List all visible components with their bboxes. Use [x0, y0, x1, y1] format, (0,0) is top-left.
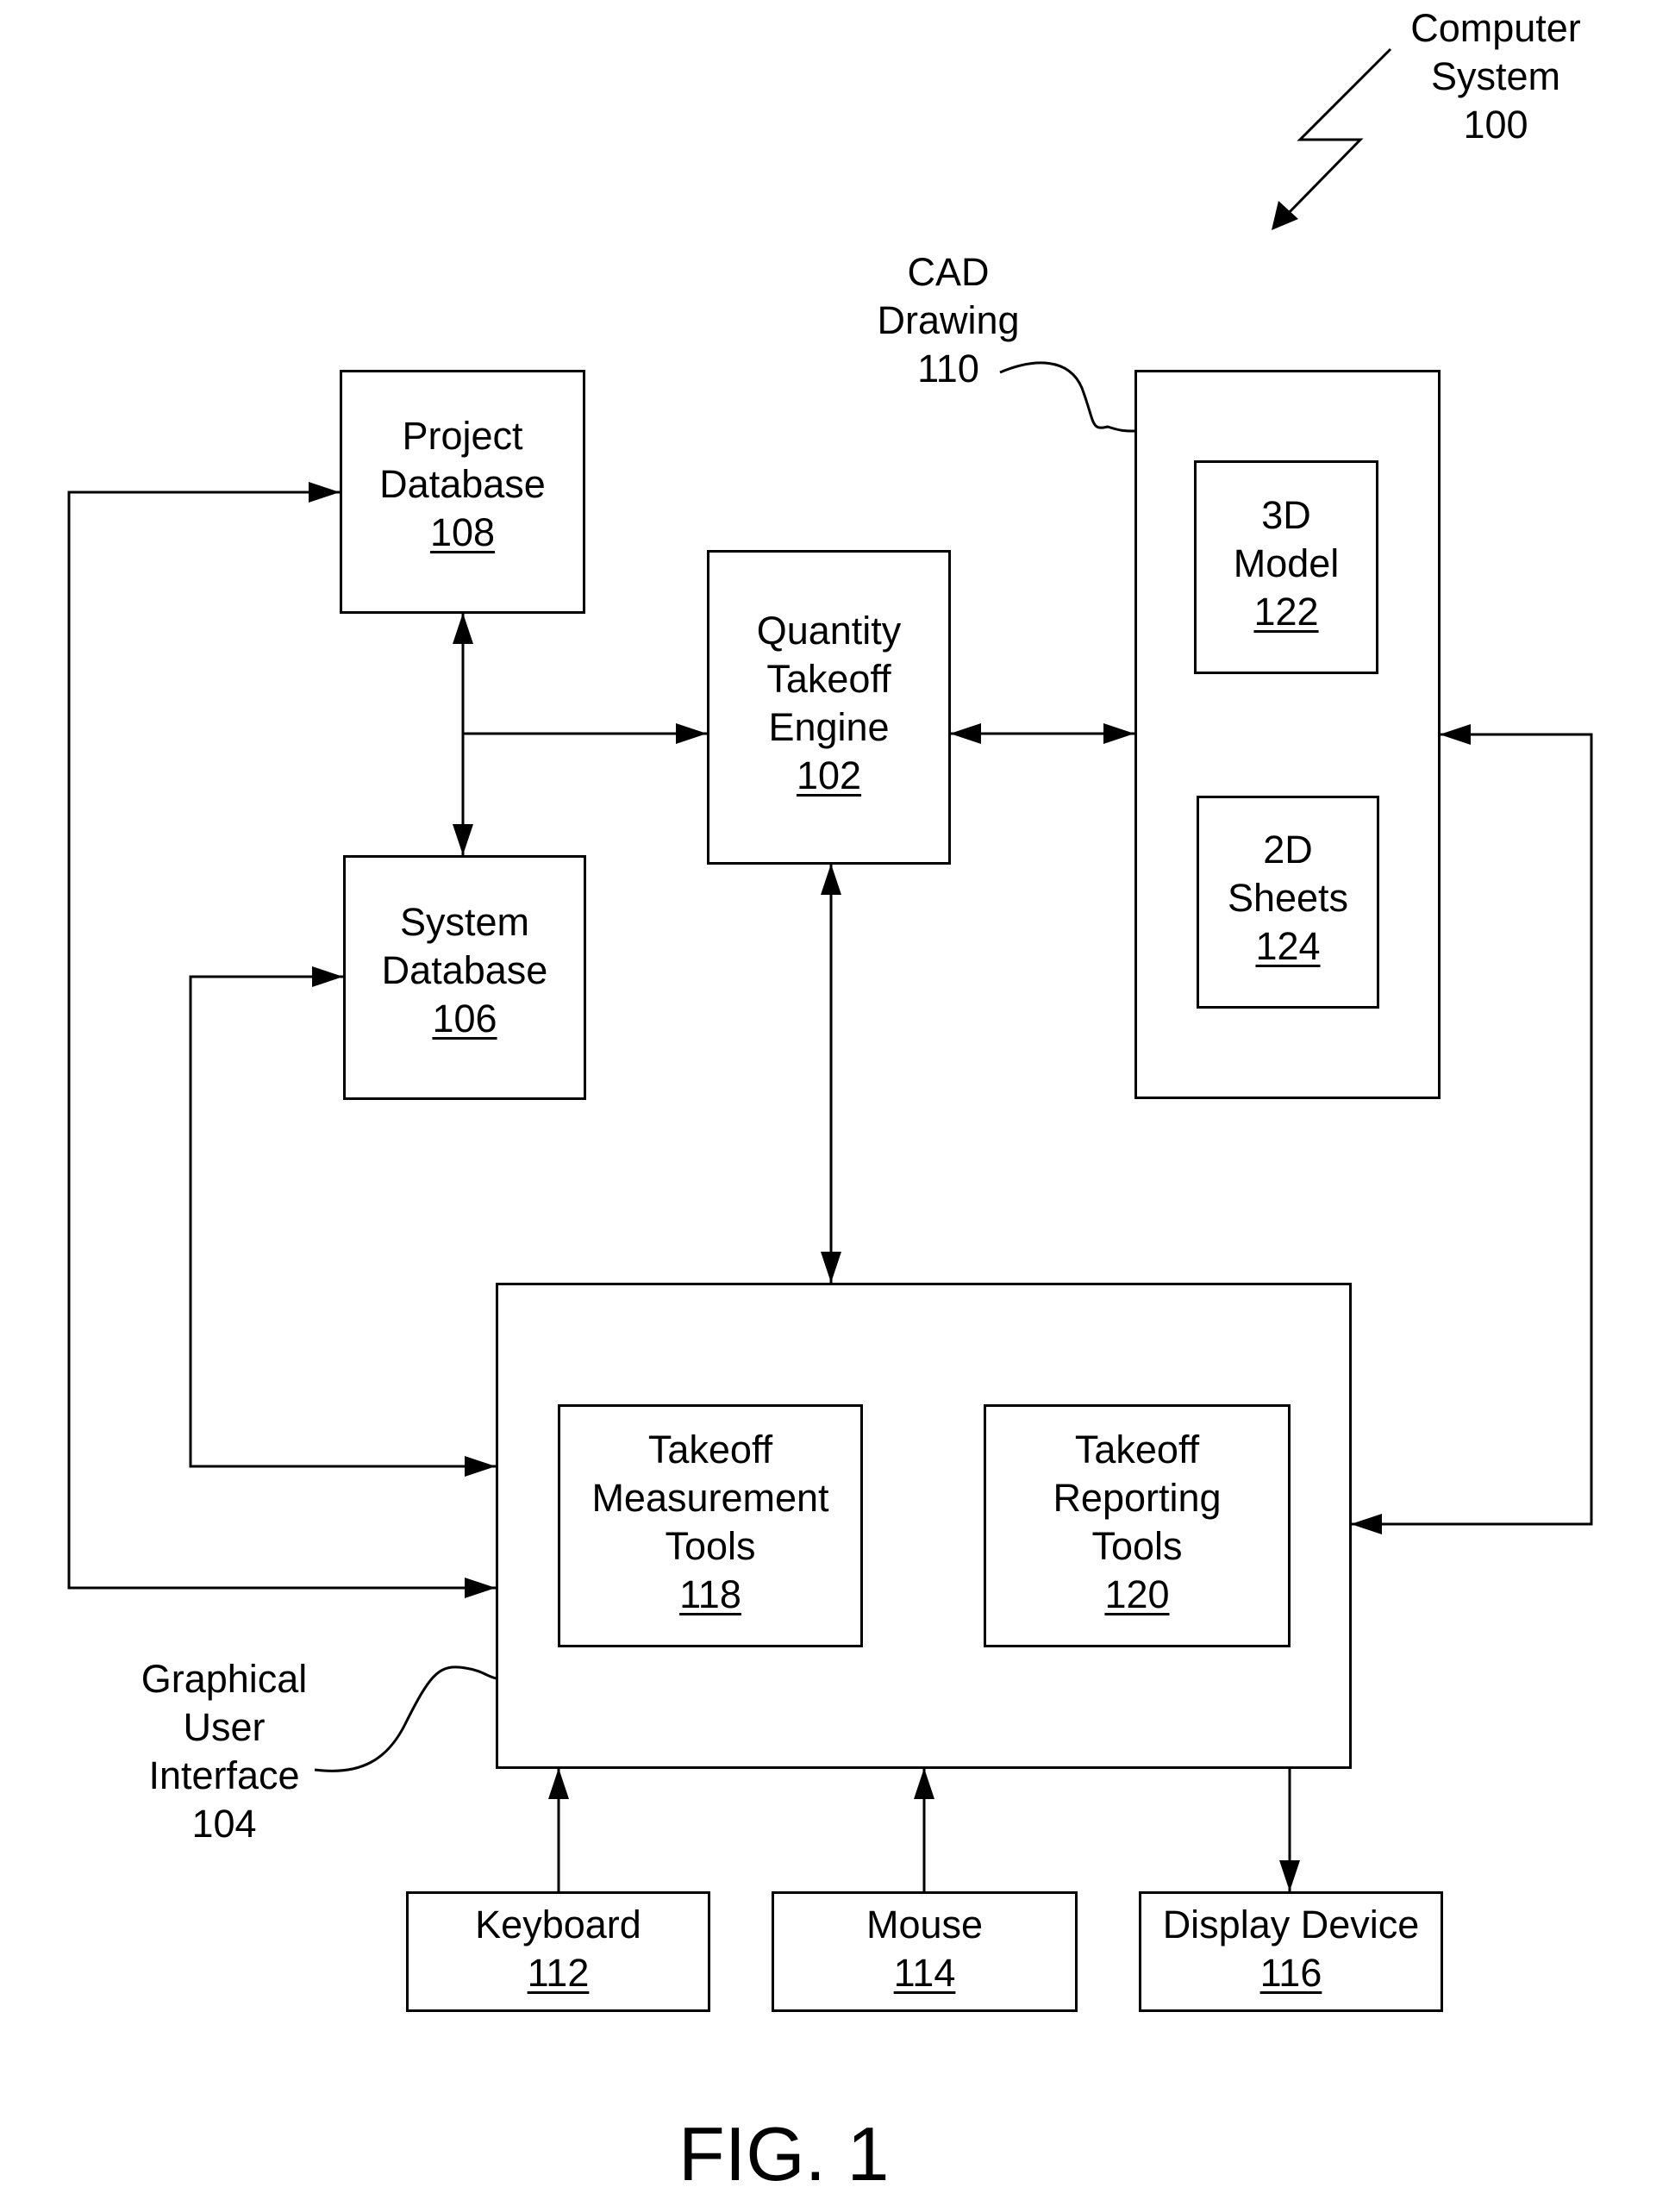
- label-line: Computer: [1410, 6, 1581, 50]
- computer-system-callout-label: Computer System 100: [1397, 4, 1595, 149]
- label-line: Quantity: [756, 609, 902, 653]
- label-line: Takeoff: [647, 1428, 773, 1472]
- arrowhead-to-cad-from-engine: [1103, 723, 1134, 744]
- arrowhead-to-system-database: [312, 966, 343, 987]
- arrowhead-to-gui-from-system-database: [465, 1456, 496, 1477]
- arrowhead-to-engine-from-gui: [821, 864, 841, 895]
- label-line: Measurement: [591, 1476, 829, 1520]
- label-line: Interface: [148, 1753, 300, 1797]
- arrowhead-to-project-database-up: [453, 613, 473, 644]
- label-line: Database: [379, 462, 546, 506]
- label-line: Takeoff: [1074, 1428, 1200, 1472]
- label-line: Project: [402, 414, 523, 458]
- 3d-model-label: 3D Model 122: [1194, 491, 1378, 636]
- arrowhead-to-engine: [676, 723, 707, 744]
- reference-number: 114: [893, 1951, 956, 1995]
- graphical-user-interface-callout-label: Graphical User Interface 104: [121, 1655, 328, 1848]
- reference-number: 106: [432, 997, 497, 1040]
- 2d-sheets-label: 2D Sheets 124: [1197, 826, 1379, 971]
- label-line: Database: [381, 948, 548, 992]
- arrowhead-to-gui-from-engine: [821, 1252, 841, 1283]
- label-line: Keyboard: [475, 1903, 641, 1946]
- arrowhead-mouse-to-gui: [914, 1768, 934, 1799]
- mouse-label: Mouse 114: [772, 1901, 1078, 1997]
- label-line: Engine: [768, 705, 890, 749]
- reference-number: 112: [527, 1951, 590, 1995]
- cad-drawing-callout-label: CAD Drawing 110: [862, 248, 1034, 393]
- label-line: CAD: [907, 250, 990, 294]
- takeoff-measurement-tools-label: Takeoff Measurement Tools 118: [558, 1426, 863, 1619]
- arrowhead-to-engine-from-cad: [950, 723, 981, 744]
- arrowhead-gui-to-display: [1279, 1860, 1300, 1891]
- label-line: Tools: [1091, 1524, 1183, 1568]
- label-line: Sheets: [1227, 876, 1349, 920]
- reference-number: 118: [679, 1572, 741, 1616]
- reference-number: 122: [1253, 590, 1319, 634]
- label-line: User: [183, 1705, 266, 1749]
- arrowhead-to-cad-from-gui: [1440, 724, 1471, 745]
- reference-number: 116: [1259, 1951, 1322, 1995]
- label-line: 3D: [1261, 493, 1311, 537]
- label-line: System: [399, 900, 530, 944]
- label-line: Model: [1233, 541, 1340, 585]
- project-database-label: Project Database 108: [340, 412, 585, 557]
- label-line: System: [1430, 54, 1561, 98]
- display-device-label: Display Device 116: [1139, 1901, 1443, 1997]
- arrowhead-keyboard-to-gui: [548, 1768, 569, 1799]
- reference-number: 100: [1463, 103, 1528, 147]
- label-line: Mouse: [866, 1903, 984, 1946]
- label-line: 2D: [1263, 828, 1313, 872]
- system-database-label: System Database 106: [343, 898, 586, 1043]
- gui-callout-curve: [314, 1665, 497, 1772]
- arrowhead-to-gui-from-project-database: [465, 1578, 496, 1598]
- label-line: Reporting: [1053, 1476, 1222, 1520]
- reference-number: 110: [917, 347, 979, 391]
- quantity-takeoff-engine-label: Quantity Takeoff Engine 102: [707, 607, 951, 800]
- label-line: Tools: [665, 1524, 756, 1568]
- reference-number: 108: [429, 510, 496, 554]
- reference-number: 102: [796, 753, 862, 797]
- label-line: Display Device: [1162, 1903, 1420, 1946]
- takeoff-reporting-tools-label: Takeoff Reporting Tools 120: [984, 1426, 1291, 1619]
- computer-system-pointer: [1283, 47, 1392, 219]
- label-line: Graphical: [141, 1657, 308, 1701]
- reference-number: 124: [1255, 924, 1321, 968]
- diagram-canvas: [67, 47, 1593, 1891]
- label-line: Takeoff: [766, 657, 891, 701]
- arrowhead-to-project-database: [309, 482, 340, 503]
- keyboard-label: Keyboard 112: [406, 1901, 710, 1997]
- computer-system-pointer-arrowhead: [1272, 201, 1298, 230]
- reference-number: 104: [191, 1802, 257, 1846]
- reference-number: 120: [1104, 1572, 1170, 1616]
- figure-caption: FIG. 1: [678, 2111, 890, 2196]
- label-line: Drawing: [877, 298, 1020, 342]
- arrowhead-to-gui-from-cad: [1351, 1514, 1382, 1534]
- arrowhead-to-system-database-down: [453, 824, 473, 855]
